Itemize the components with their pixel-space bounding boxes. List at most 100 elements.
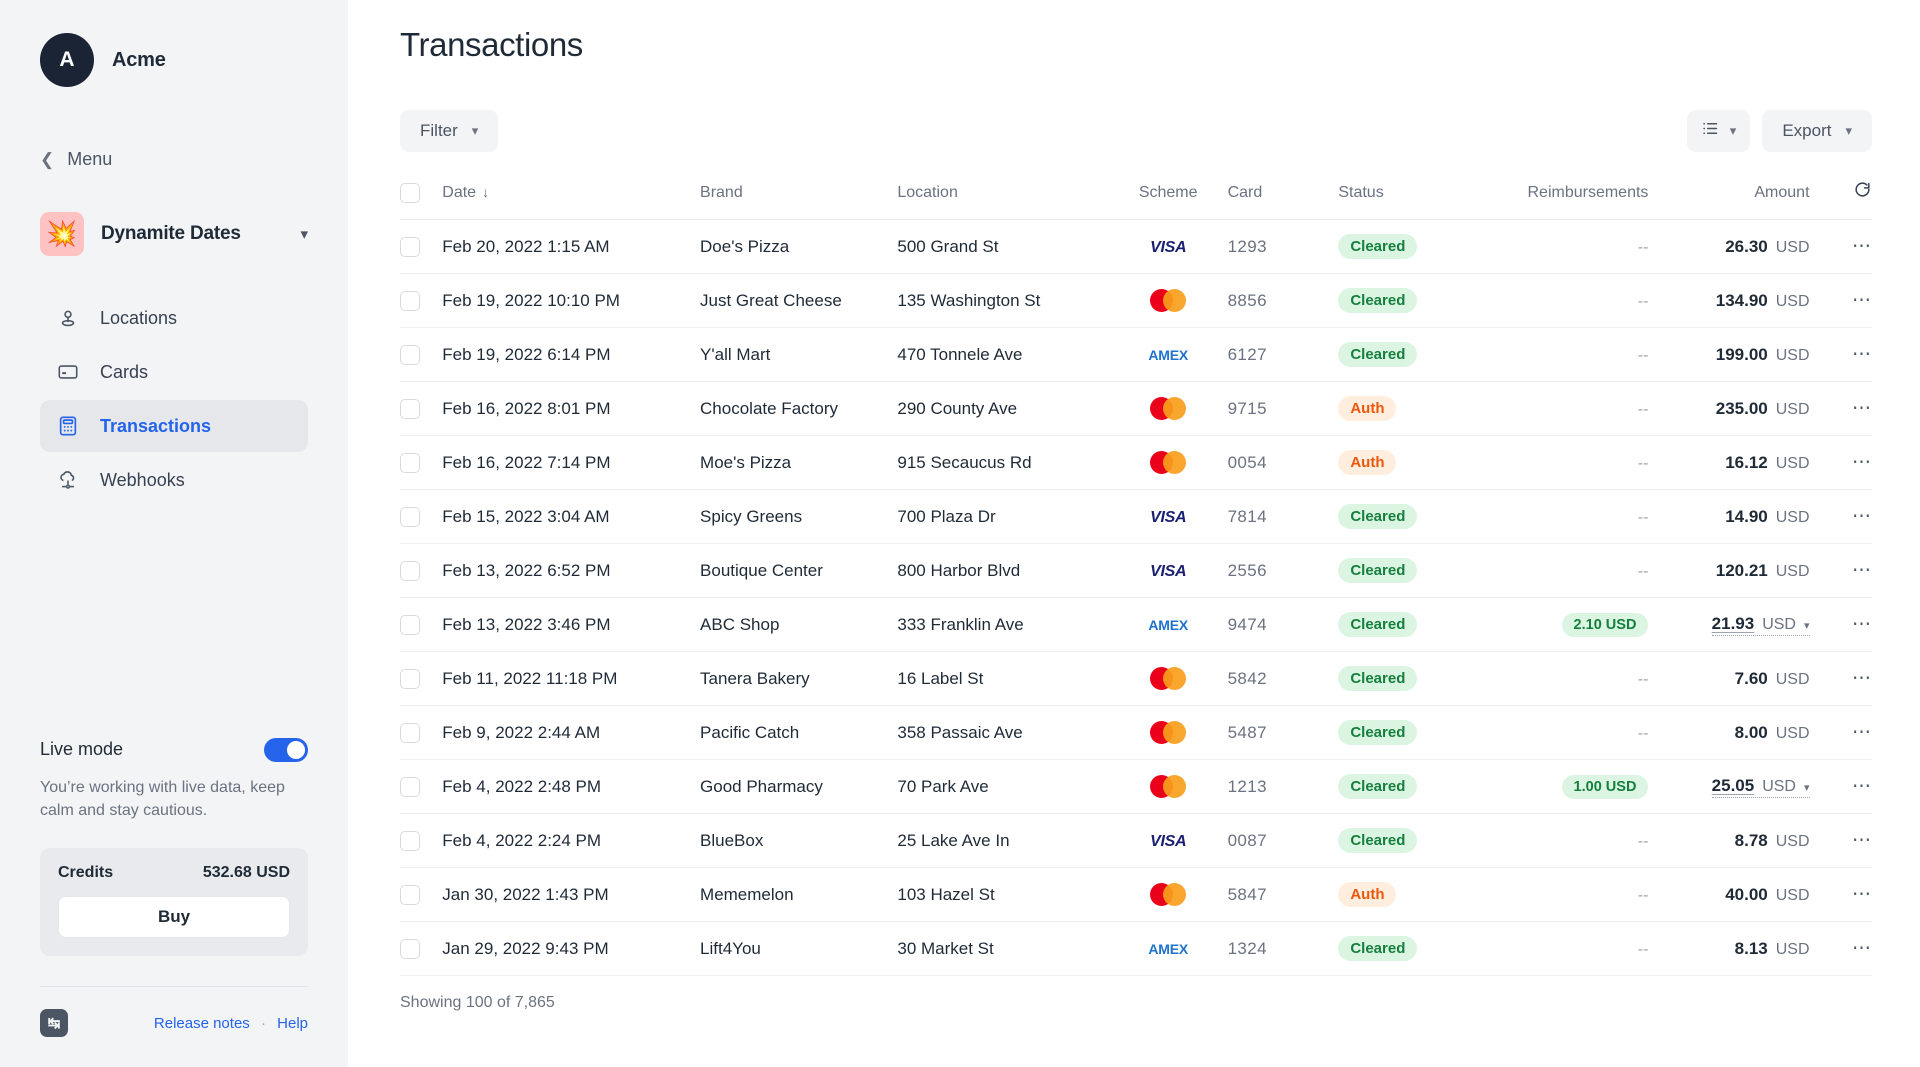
filter-button[interactable]: Filter ▾: [400, 110, 498, 152]
cell-date: Feb 16, 2022 7:14 PM: [442, 436, 700, 490]
row-checkbox[interactable]: [400, 669, 420, 689]
amount-currency: USD: [1776, 293, 1810, 311]
table-row[interactable]: Feb 4, 2022 2:24 PMBlueBox25 Lake Ave In…: [400, 814, 1872, 868]
amount: 134.90USD: [1716, 291, 1810, 311]
amount-currency: USD: [1776, 887, 1810, 905]
reimbursement-empty: --: [1638, 563, 1649, 580]
amount-editable[interactable]: 21.93USD▾: [1712, 614, 1810, 636]
sidebar-item-webhooks[interactable]: Webhooks: [40, 454, 308, 506]
organization-name: Acme: [112, 49, 166, 72]
column-header-location[interactable]: Location: [897, 170, 1108, 220]
column-header-brand[interactable]: Brand: [700, 170, 897, 220]
row-select-cell: [400, 436, 442, 490]
row-more-actions-button[interactable]: ⋯: [1852, 451, 1872, 474]
cell-scheme: [1109, 436, 1228, 490]
help-link[interactable]: Help: [277, 1015, 308, 1032]
live-mode-toggle[interactable]: [264, 738, 308, 762]
visa-logo-icon: VISA: [1150, 509, 1186, 526]
column-header-date[interactable]: Date↓: [442, 170, 700, 220]
row-more-actions-button[interactable]: ⋯: [1852, 829, 1872, 852]
cell-date: Feb 20, 2022 1:15 AM: [442, 220, 700, 274]
cell-scheme: [1109, 652, 1228, 706]
row-more-actions-button[interactable]: ⋯: [1852, 721, 1872, 744]
table-row[interactable]: Feb 16, 2022 7:14 PMMoe's Pizza915 Secau…: [400, 436, 1872, 490]
table-row[interactable]: Jan 29, 2022 9:43 PMLift4You30 Market St…: [400, 922, 1872, 976]
cell-amount: 21.93USD▾: [1648, 598, 1809, 652]
column-header-amount[interactable]: Amount: [1648, 170, 1809, 220]
column-header-scheme[interactable]: Scheme: [1109, 170, 1228, 220]
table-row[interactable]: Feb 16, 2022 8:01 PMChocolate Factory290…: [400, 382, 1872, 436]
row-more-actions-button[interactable]: ⋯: [1852, 937, 1872, 960]
chevron-down-icon: ▾: [1730, 123, 1737, 139]
organization-switcher[interactable]: A Acme: [40, 33, 308, 87]
row-checkbox[interactable]: [400, 237, 420, 257]
amount-value: 8.00: [1735, 723, 1768, 743]
reimbursement-empty: --: [1638, 239, 1649, 256]
row-more-actions-button[interactable]: ⋯: [1852, 883, 1872, 906]
mastercard-logo-icon: [1150, 289, 1186, 312]
amount: 199.00USD: [1716, 345, 1810, 365]
refresh-icon[interactable]: [1853, 180, 1872, 205]
sidebar-item-transactions[interactable]: Transactions: [40, 400, 308, 452]
row-more-actions-button[interactable]: ⋯: [1852, 667, 1872, 690]
cell-row-menu: ⋯: [1810, 814, 1872, 868]
row-checkbox[interactable]: [400, 291, 420, 311]
cell-card: 1324: [1228, 922, 1339, 976]
row-more-actions-button[interactable]: ⋯: [1852, 613, 1872, 636]
cell-brand: Boutique Center: [700, 544, 897, 598]
select-all-checkbox[interactable]: [400, 183, 420, 203]
sidebar-item-locations[interactable]: Locations: [40, 292, 308, 344]
sidebar-item-cards[interactable]: Cards: [40, 346, 308, 398]
row-checkbox[interactable]: [400, 399, 420, 419]
table-row[interactable]: Feb 20, 2022 1:15 AMDoe's Pizza500 Grand…: [400, 220, 1872, 274]
cell-amount: 134.90USD: [1648, 274, 1809, 328]
amount-value: 199.00: [1716, 345, 1768, 365]
status-badge: Auth: [1338, 396, 1396, 421]
refresh-header: [1810, 170, 1872, 220]
row-checkbox[interactable]: [400, 885, 420, 905]
row-select-cell: [400, 220, 442, 274]
row-more-actions-button[interactable]: ⋯: [1852, 343, 1872, 366]
column-header-reimbursements[interactable]: Reimbursements: [1467, 170, 1648, 220]
table-row[interactable]: Jan 30, 2022 1:43 PMMememelon103 Hazel S…: [400, 868, 1872, 922]
table-row[interactable]: Feb 9, 2022 2:44 AMPacific Catch358 Pass…: [400, 706, 1872, 760]
amount: 8.78USD: [1735, 831, 1810, 851]
cell-row-menu: ⋯: [1810, 760, 1872, 814]
buy-button[interactable]: Buy: [58, 896, 290, 938]
project-switcher[interactable]: 💥 Dynamite Dates ▾: [40, 212, 308, 256]
amount-value: 120.21: [1716, 561, 1768, 581]
table-row[interactable]: Feb 13, 2022 3:46 PMABC Shop333 Franklin…: [400, 598, 1872, 652]
cell-amount: 40.00USD: [1648, 868, 1809, 922]
row-checkbox[interactable]: [400, 939, 420, 959]
export-button[interactable]: Export ▾: [1762, 110, 1872, 152]
table-row[interactable]: Feb 19, 2022 10:10 PMJust Great Cheese13…: [400, 274, 1872, 328]
row-checkbox[interactable]: [400, 777, 420, 797]
column-header-card[interactable]: Card: [1228, 170, 1339, 220]
toggle-knob: [287, 741, 305, 759]
row-more-actions-button[interactable]: ⋯: [1852, 397, 1872, 420]
release-notes-link[interactable]: Release notes: [154, 1015, 250, 1032]
cell-reimbursement: --: [1467, 328, 1648, 382]
row-checkbox[interactable]: [400, 561, 420, 581]
row-checkbox[interactable]: [400, 615, 420, 635]
table-row[interactable]: Feb 19, 2022 6:14 PMY'all Mart470 Tonnel…: [400, 328, 1872, 382]
table-row[interactable]: Feb 11, 2022 11:18 PMTanera Bakery16 Lab…: [400, 652, 1872, 706]
table-row[interactable]: Feb 4, 2022 2:48 PMGood Pharmacy70 Park …: [400, 760, 1872, 814]
amount-editable[interactable]: 25.05USD▾: [1712, 776, 1810, 798]
chevron-down-icon: ▾: [1804, 781, 1810, 794]
table-row[interactable]: Feb 15, 2022 3:04 AMSpicy Greens700 Plaz…: [400, 490, 1872, 544]
view-options-button[interactable]: ▾: [1687, 110, 1751, 152]
row-checkbox[interactable]: [400, 831, 420, 851]
menu-back-button[interactable]: ❮ Menu: [40, 149, 308, 170]
row-more-actions-button[interactable]: ⋯: [1852, 289, 1872, 312]
row-more-actions-button[interactable]: ⋯: [1852, 505, 1872, 528]
row-checkbox[interactable]: [400, 507, 420, 527]
row-more-actions-button[interactable]: ⋯: [1852, 775, 1872, 798]
row-more-actions-button[interactable]: ⋯: [1852, 559, 1872, 582]
row-more-actions-button[interactable]: ⋯: [1852, 235, 1872, 258]
row-checkbox[interactable]: [400, 723, 420, 743]
row-checkbox[interactable]: [400, 453, 420, 473]
row-checkbox[interactable]: [400, 345, 420, 365]
table-row[interactable]: Feb 13, 2022 6:52 PMBoutique Center800 H…: [400, 544, 1872, 598]
column-header-status[interactable]: Status: [1338, 170, 1467, 220]
